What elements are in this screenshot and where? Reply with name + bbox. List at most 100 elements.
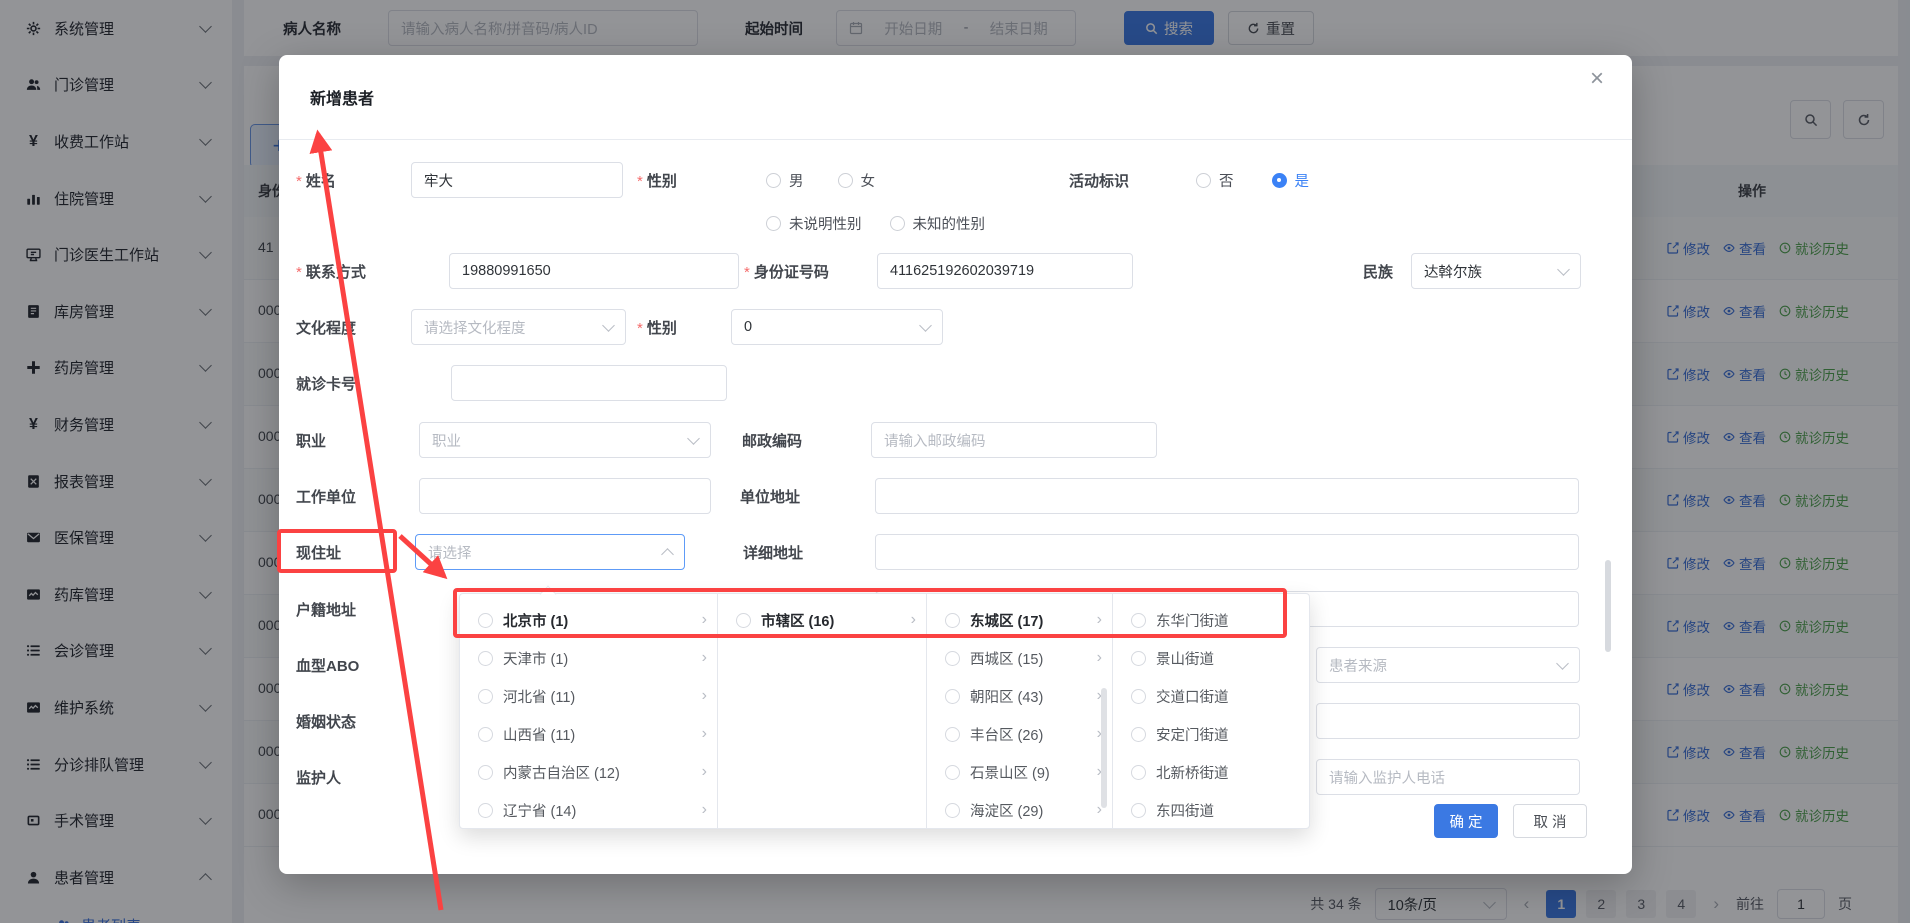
cascader-district-column: 东城区 (17) › 西城区 (15) › 朝阳区 (43) › xyxy=(927,594,1113,828)
postal-code-label: 邮政编码 xyxy=(742,430,802,451)
patient-source-select[interactable]: 患者来源 xyxy=(1316,647,1580,683)
address-cascader-panel: 北京市 (1) › 天津市 (1) › 河北省 (11) › xyxy=(459,593,1310,829)
chevron-right-icon: › xyxy=(702,611,707,629)
modal-divider xyxy=(279,139,1632,140)
chevron-down-icon xyxy=(602,319,615,332)
chevron-right-icon: › xyxy=(911,611,916,629)
id-number-label: 身份证号码 xyxy=(744,261,829,282)
chevron-right-icon: › xyxy=(702,725,707,743)
cascader-option[interactable]: 海淀区 (29) › xyxy=(927,791,1112,829)
chevron-down-icon xyxy=(919,319,932,332)
close-icon[interactable]: × xyxy=(1590,67,1604,91)
cascader-option[interactable]: 辽宁省 (14) › xyxy=(460,791,717,829)
radio-gender-male[interactable]: 男 xyxy=(766,170,804,191)
visit-card-input[interactable] xyxy=(451,365,727,401)
screen: 系统管理 门诊管理 ¥ 收费工作站 住院管理 门诊医生工作站 库房管理 xyxy=(0,0,1910,923)
chevron-right-icon: › xyxy=(702,763,707,781)
radio-circle-icon xyxy=(890,216,905,231)
cascader-option[interactable]: 西城区 (15) › xyxy=(927,639,1112,677)
radio-circle-icon xyxy=(945,765,960,780)
radio-circle-icon xyxy=(478,689,493,704)
gender-code-label: 性别 xyxy=(637,317,677,338)
employer-address-input[interactable] xyxy=(875,478,1579,514)
radio-circle-icon xyxy=(478,613,493,628)
chevron-up-icon xyxy=(661,548,674,561)
radio-circle-icon xyxy=(1131,689,1146,704)
cascader-option[interactable]: 北新桥街道 xyxy=(1113,753,1309,791)
cascader-option[interactable]: 内蒙古自治区 (12) › xyxy=(460,753,717,791)
radio-gender-unstated[interactable]: 未说明性别 xyxy=(766,213,862,234)
radio-gender-unknown[interactable]: 未知的性别 xyxy=(890,213,986,234)
cascader-option[interactable]: 石景山区 (9) › xyxy=(927,753,1112,791)
radio-circle-icon xyxy=(1131,727,1146,742)
cascader-street-column: 东华门街道 景山街道 交道口街道 安定门街道 xyxy=(1113,594,1309,828)
marital-right-input[interactable] xyxy=(1316,703,1580,739)
cascader-city-column: 市辖区 (16) › xyxy=(718,594,927,828)
radio-circle-icon xyxy=(1131,765,1146,780)
education-select[interactable]: 请选择文化程度 xyxy=(411,309,626,345)
scrollbar-thumb[interactable] xyxy=(1101,688,1107,808)
cascader-province-column: 北京市 (1) › 天津市 (1) › 河北省 (11) › xyxy=(460,594,718,828)
cascader-option[interactable]: 朝阳区 (43) › xyxy=(927,677,1112,715)
cascader-option[interactable]: 东城区 (17) › xyxy=(927,601,1112,639)
chevron-right-icon: › xyxy=(1097,611,1102,629)
chevron-right-icon: › xyxy=(702,649,707,667)
employer-input[interactable] xyxy=(419,478,711,514)
active-flag-label: 活动标识 xyxy=(1069,170,1129,191)
visit-card-label: 就诊卡号 xyxy=(296,373,356,394)
radio-circle-icon xyxy=(1196,173,1211,188)
cascader-option[interactable]: 丰台区 (26) › xyxy=(927,715,1112,753)
radio-circle-icon xyxy=(478,651,493,666)
postal-code-input[interactable]: 请输入邮政编码 xyxy=(871,422,1157,458)
guardian-phone-input[interactable]: 请输入监护人电话 xyxy=(1316,759,1580,795)
radio-circle-icon xyxy=(945,613,960,628)
radio-gender-female[interactable]: 女 xyxy=(838,170,876,191)
radio-circle-icon xyxy=(1131,613,1146,628)
detail-address-label: 详细地址 xyxy=(743,542,803,563)
radio-active-no[interactable]: 否 xyxy=(1196,170,1234,191)
radio-circle-icon xyxy=(766,216,781,231)
radio-circle-icon xyxy=(838,173,853,188)
cascader-option[interactable]: 交道口街道 xyxy=(1113,677,1309,715)
cascader-option[interactable]: 景山街道 xyxy=(1113,639,1309,677)
occupation-select[interactable]: 职业 xyxy=(419,422,711,458)
chevron-right-icon: › xyxy=(702,801,707,819)
cascader-option[interactable]: 河北省 (11) › xyxy=(460,677,717,715)
radio-circle-icon xyxy=(1131,803,1146,818)
cascader-option[interactable]: 北京市 (1) › xyxy=(460,601,717,639)
employer-address-label: 单位地址 xyxy=(740,486,800,507)
employer-label: 工作单位 xyxy=(296,486,356,507)
radio-active-yes[interactable]: 是 xyxy=(1272,170,1310,191)
marital-status-label: 婚姻状态 xyxy=(296,711,356,732)
detail-address-input[interactable] xyxy=(875,534,1579,570)
contact-input[interactable] xyxy=(449,253,739,289)
education-label: 文化程度 xyxy=(296,317,356,338)
cancel-button[interactable]: 取 消 xyxy=(1513,804,1587,838)
chevron-down-icon xyxy=(1556,657,1569,670)
cascader-option[interactable]: 东华门街道 xyxy=(1113,601,1309,639)
cascader-option[interactable]: 东四街道 xyxy=(1113,791,1309,829)
modal-scrollbar-thumb[interactable] xyxy=(1605,560,1611,652)
chevron-right-icon: › xyxy=(1097,649,1102,667)
radio-circle-icon xyxy=(945,727,960,742)
cascader-option[interactable]: 山西省 (11) › xyxy=(460,715,717,753)
modal-title: 新增患者 xyxy=(310,85,374,109)
radio-circle-icon xyxy=(478,765,493,780)
radio-selected-icon xyxy=(1272,173,1287,188)
radio-circle-icon xyxy=(945,651,960,666)
cascader-option[interactable]: 市辖区 (16) › xyxy=(718,601,926,639)
name-label: 姓名 xyxy=(296,170,336,191)
radio-circle-icon xyxy=(1131,651,1146,666)
current-address-cascader[interactable]: 请选择 xyxy=(415,534,685,570)
chevron-down-icon xyxy=(1557,263,1570,276)
id-number-input[interactable] xyxy=(877,253,1133,289)
name-input[interactable] xyxy=(411,162,623,198)
confirm-button[interactable]: 确 定 xyxy=(1434,804,1498,838)
ethnicity-label: 民族 xyxy=(1363,261,1393,282)
ethnicity-select[interactable]: 达斡尔族 xyxy=(1411,253,1581,289)
cascader-option[interactable]: 天津市 (1) › xyxy=(460,639,717,677)
gender-code-select[interactable]: 0 xyxy=(731,309,943,345)
radio-circle-icon xyxy=(478,727,493,742)
cascader-option[interactable]: 安定门街道 xyxy=(1113,715,1309,753)
current-address-label: 现住址 xyxy=(296,542,341,563)
